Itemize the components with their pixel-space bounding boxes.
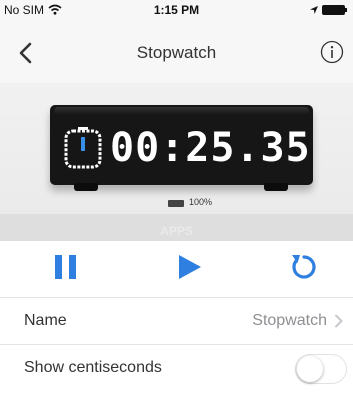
battery-icon (322, 5, 347, 15)
name-row[interactable]: Name Stopwatch (0, 297, 353, 343)
device-shine (54, 107, 309, 115)
device-clock: 00:25.35 (50, 105, 313, 185)
reset-icon (292, 255, 316, 279)
name-value: Stopwatch (252, 312, 327, 329)
centiseconds-label: Show centiseconds (24, 359, 162, 376)
nav-bar: Stopwatch (0, 20, 353, 83)
stopwatch-controls (0, 241, 353, 297)
location-icon (310, 6, 318, 14)
pause-button[interactable] (53, 252, 79, 282)
centiseconds-toggle[interactable] (295, 354, 347, 384)
pause-icon (55, 255, 76, 279)
status-bar: No SIM 1:15 PM (0, 0, 353, 20)
stopwatch-display: 00:25.35 (110, 125, 311, 171)
info-icon (320, 40, 344, 64)
info-button[interactable] (320, 40, 344, 64)
chevron-right-icon (335, 314, 343, 328)
play-button[interactable] (177, 252, 203, 282)
device-foot (74, 183, 98, 191)
section-label: APPS (160, 224, 193, 238)
reset-button[interactable] (288, 251, 318, 283)
centiseconds-row: Show centiseconds (0, 344, 353, 390)
device-foot (264, 183, 288, 191)
name-label: Name (24, 312, 67, 329)
page-title: Stopwatch (136, 43, 217, 62)
device-battery-icon (168, 200, 184, 207)
toggle-knob (297, 356, 323, 382)
status-time: 1:15 PM (153, 3, 200, 17)
play-icon (179, 255, 201, 279)
device-preview: 00:25.35 100% APPS (0, 83, 353, 241)
device-battery-label: 100% (189, 197, 213, 207)
stopwatch-icon (64, 127, 102, 169)
